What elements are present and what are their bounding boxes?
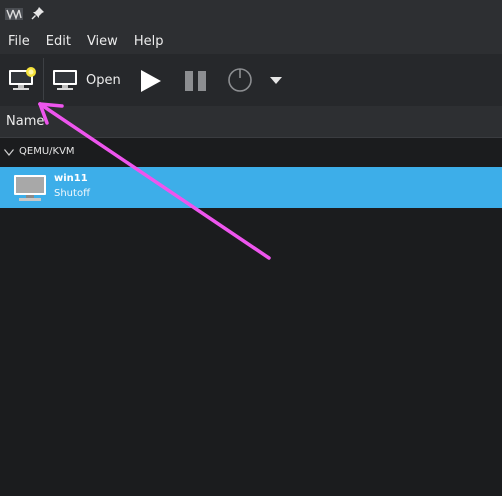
toolbar-separator [43, 58, 44, 100]
vm-monitor-icon [14, 175, 46, 201]
dropdown-arrow-icon[interactable] [270, 77, 282, 85]
menu-help[interactable]: Help [126, 34, 172, 49]
vm-list-row[interactable]: win11 Shutoff [0, 167, 502, 208]
pause-icon[interactable] [184, 71, 208, 91]
vm-status: Shutoff [54, 188, 90, 199]
pin-icon[interactable] [31, 6, 45, 20]
menu-file[interactable]: File [0, 34, 38, 49]
monitor-icon [53, 70, 77, 90]
power-icon[interactable] [227, 67, 253, 93]
title-bar [0, 0, 502, 28]
menu-edit[interactable]: Edit [38, 34, 79, 49]
column-header-row: Name [0, 106, 502, 138]
new-vm-icon[interactable] [6, 66, 38, 94]
menu-bar: File Edit View Help [0, 28, 502, 54]
connection-label: QEMU/KVM [19, 146, 75, 157]
play-icon[interactable] [140, 69, 162, 93]
open-button[interactable]: Open [52, 54, 121, 106]
virt-manager-app-icon [5, 8, 23, 20]
chevron-down-icon[interactable] [4, 149, 14, 156]
open-label: Open [86, 72, 121, 88]
vm-name: win11 [54, 173, 88, 184]
column-header-name[interactable]: Name [6, 114, 44, 129]
connection-group-row[interactable]: QEMU/KVM [0, 144, 502, 162]
menu-view[interactable]: View [79, 34, 126, 49]
